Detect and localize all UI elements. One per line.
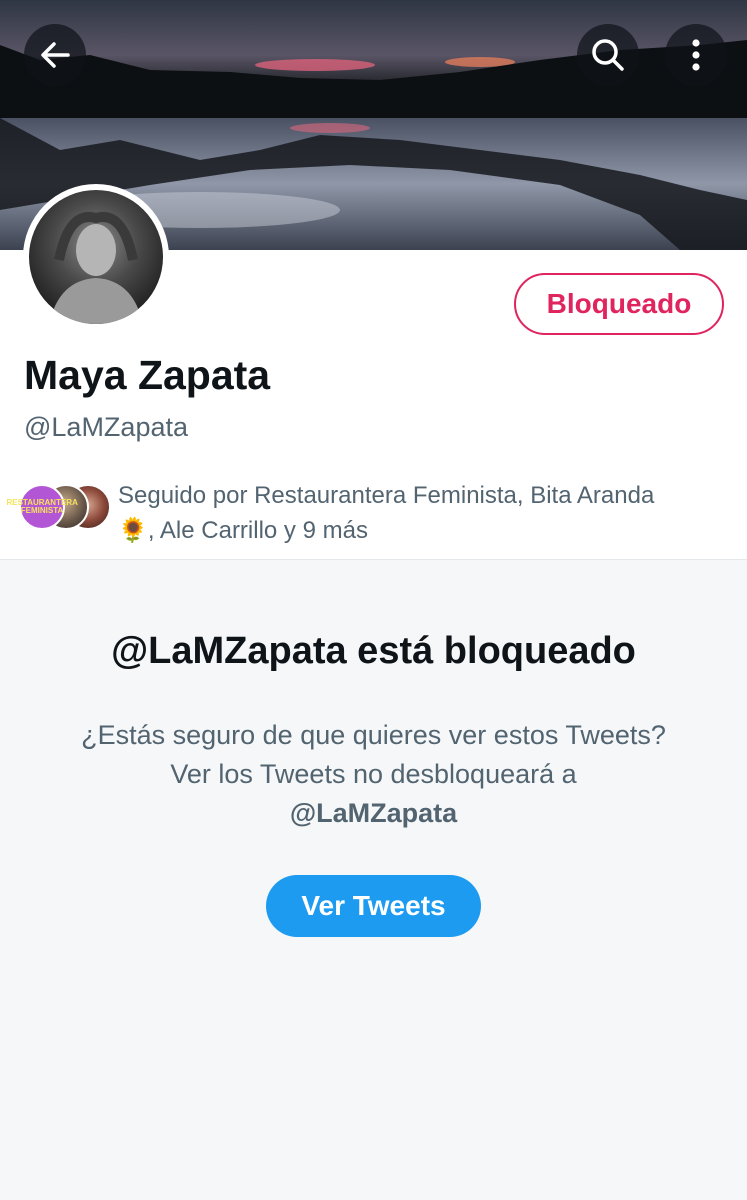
- display-name: Maya Zapata: [24, 352, 271, 398]
- sunflower-emoji-icon: 🌻: [118, 517, 148, 544]
- search-button[interactable]: [577, 24, 639, 86]
- followed-by-text[interactable]: Seguido por Restaurantera Feminista, Bit…: [118, 478, 718, 548]
- blocked-description-text: ¿Estás seguro de que quieres ver estos T…: [81, 720, 666, 789]
- avatar-photo: [29, 190, 163, 324]
- more-options-button[interactable]: [665, 24, 727, 86]
- follower-avatar-restaurantera: RESTAURANTERA FEMINISTA: [6, 484, 78, 530]
- blocked-description: ¿Estás seguro de que quieres ver estos T…: [80, 716, 667, 833]
- followed-by-prefix: Seguido por Restaurantera Feminista, Bit…: [118, 482, 655, 509]
- blocked-button[interactable]: Bloqueado: [514, 273, 724, 335]
- blocked-title: @LaMZapata está bloqueado: [111, 630, 636, 672]
- search-icon: [592, 39, 624, 71]
- followed-by-suffix: , Ale Carrillo y 9 más: [147, 517, 368, 544]
- blocked-description-handle: @LaMZapata: [289, 798, 458, 828]
- more-vertical-icon: [692, 39, 700, 71]
- arrow-left-icon: [41, 42, 70, 68]
- back-button[interactable]: [24, 24, 86, 86]
- profile-avatar[interactable]: [23, 184, 169, 330]
- view-tweets-button[interactable]: Ver Tweets: [266, 875, 481, 937]
- follower-avatar-text: RESTAURANTERA FEMINISTA: [6, 498, 78, 515]
- followers-avatars[interactable]: RESTAURANTERA FEMINISTA: [6, 484, 111, 532]
- profile-handle: @LaMZapata: [24, 412, 188, 442]
